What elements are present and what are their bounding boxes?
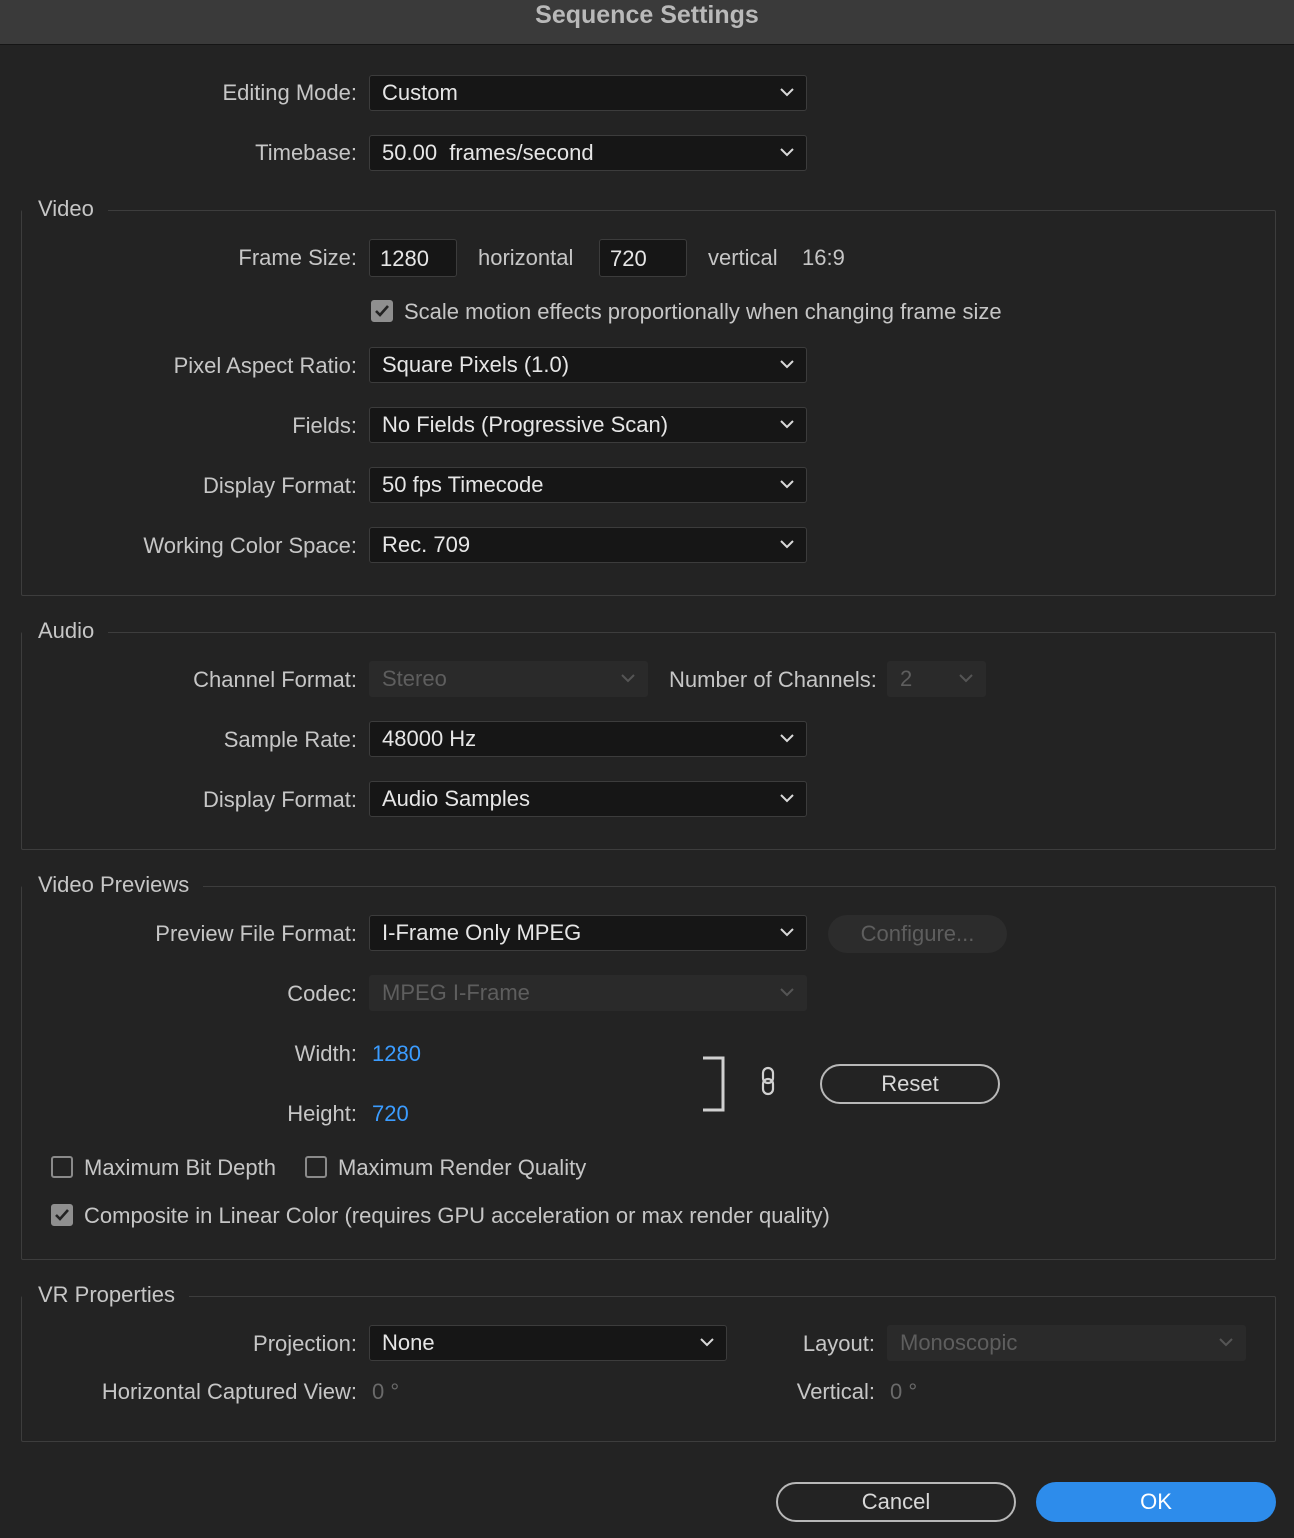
fields-label: Fields: <box>292 413 357 438</box>
codec-dropdown[interactable]: MPEG I-Frame <box>369 975 807 1011</box>
vertical-label: vertical <box>708 245 778 270</box>
video-display-format-label: Display Format: <box>202 473 357 498</box>
chevron-down-icon <box>780 85 794 99</box>
timebase-value: 50.00 frames/second <box>382 140 594 165</box>
timebase-label: Timebase: <box>255 140 357 165</box>
max-render-quality-checkbox[interactable] <box>305 1156 327 1178</box>
codec-label: Codec: <box>287 981 357 1006</box>
horizontal-view-value: 0 ° <box>372 1379 400 1404</box>
linear-color-checkbox[interactable] <box>51 1204 73 1226</box>
video-previews-section-title: Video Previews <box>22 872 204 898</box>
ok-button[interactable]: OK <box>1036 1482 1276 1522</box>
vr-properties-section-title: VR Properties <box>22 1282 189 1308</box>
codec-value: MPEG I-Frame <box>382 980 530 1005</box>
layout-dropdown[interactable]: Monoscopic <box>887 1325 1246 1361</box>
max-bit-depth-label: Maximum Bit Depth <box>84 1155 276 1180</box>
color-space-value: Rec. 709 <box>382 532 471 557</box>
preview-width-label: Width: <box>294 1041 357 1066</box>
video-display-format-dropdown[interactable]: 50 fps Timecode <box>369 467 807 503</box>
color-space-label: Working Color Space: <box>143 533 357 558</box>
vr-properties-section <box>21 1296 1276 1442</box>
audio-section-title: Audio <box>22 618 109 644</box>
num-channels-dropdown[interactable]: 2 <box>887 661 986 697</box>
reset-button[interactable]: Reset <box>820 1064 1000 1104</box>
preview-height-value[interactable]: 720 <box>372 1101 409 1127</box>
chevron-down-icon <box>621 671 635 685</box>
channel-format-label: Channel Format: <box>193 667 357 692</box>
max-render-quality-label: Maximum Render Quality <box>338 1155 587 1180</box>
chevron-down-icon <box>1219 1335 1233 1349</box>
color-space-dropdown[interactable]: Rec. 709 <box>369 527 807 563</box>
layout-label: Layout: <box>802 1331 875 1356</box>
horizontal-label: horizontal <box>478 245 574 270</box>
horizontal-view-label: Horizontal Captured View: <box>101 1379 357 1404</box>
fields-dropdown[interactable]: No Fields (Progressive Scan) <box>369 407 807 443</box>
aspect-ratio-readout: 16:9 <box>802 245 845 270</box>
chevron-down-icon <box>780 477 794 491</box>
chevron-down-icon <box>780 731 794 745</box>
preview-width-value[interactable]: 1280 <box>372 1041 421 1067</box>
projection-value: None <box>382 1330 435 1355</box>
fields-value: No Fields (Progressive Scan) <box>382 412 669 437</box>
pixel-aspect-label: Pixel Aspect Ratio: <box>173 353 357 378</box>
editing-mode-dropdown[interactable]: Custom <box>369 75 807 111</box>
chevron-down-icon <box>700 1335 714 1349</box>
configure-button[interactable]: Configure... <box>828 915 1007 953</box>
max-bit-depth-checkbox[interactable] <box>51 1156 73 1178</box>
frame-width-input[interactable]: 1280 <box>369 239 457 277</box>
preview-file-format-dropdown[interactable]: I-Frame Only MPEG <box>369 915 807 951</box>
frame-height-input[interactable]: 720 <box>599 239 687 277</box>
checkmark-icon <box>55 1209 69 1221</box>
chevron-down-icon <box>780 791 794 805</box>
preview-file-format-value: I-Frame Only MPEG <box>382 920 582 945</box>
sample-rate-label: Sample Rate: <box>223 727 357 752</box>
channel-format-value: Stereo <box>382 666 447 691</box>
chevron-down-icon <box>959 671 973 685</box>
frame-size-label: Frame Size: <box>238 245 357 270</box>
window-title: Sequence Settings <box>0 0 1294 45</box>
video-display-format-value: 50 fps Timecode <box>382 472 544 497</box>
editing-mode-value: Custom <box>382 80 458 105</box>
audio-display-format-dropdown[interactable]: Audio Samples <box>369 781 807 817</box>
preview-file-format-label: Preview File Format: <box>155 921 357 946</box>
chevron-down-icon <box>780 357 794 371</box>
num-channels-value: 2 <box>900 666 913 691</box>
editing-mode-label: Editing Mode: <box>222 80 357 105</box>
scale-motion-checkbox[interactable] <box>371 300 393 322</box>
cancel-button[interactable]: Cancel <box>776 1482 1016 1522</box>
audio-display-format-label: Display Format: <box>202 787 357 812</box>
pixel-aspect-dropdown[interactable]: Square Pixels (1.0) <box>369 347 807 383</box>
linear-color-label: Composite in Linear Color (requires GPU … <box>84 1203 830 1228</box>
vertical-view-label: Vertical: <box>796 1379 875 1404</box>
projection-dropdown[interactable]: None <box>369 1325 727 1361</box>
chevron-down-icon <box>780 925 794 939</box>
projection-label: Projection: <box>253 1331 357 1356</box>
sample-rate-value: 48000 Hz <box>382 726 477 751</box>
chevron-down-icon <box>780 985 794 999</box>
audio-display-format-value: Audio Samples <box>382 786 530 811</box>
channel-format-dropdown[interactable]: Stereo <box>369 661 648 697</box>
preview-height-label: Height: <box>287 1101 357 1126</box>
pixel-aspect-value: Square Pixels (1.0) <box>382 352 570 377</box>
checkmark-icon <box>375 305 389 317</box>
link-bracket-icon <box>702 1056 726 1117</box>
scale-motion-label: Scale motion effects proportionally when… <box>404 299 1002 324</box>
link-chain-icon[interactable] <box>758 1066 778 1101</box>
sample-rate-dropdown[interactable]: 48000 Hz <box>369 721 807 757</box>
num-channels-label: Number of Channels: <box>669 667 877 692</box>
chevron-down-icon <box>780 145 794 159</box>
layout-value: Monoscopic <box>900 1330 1018 1355</box>
chevron-down-icon <box>780 537 794 551</box>
chevron-down-icon <box>780 417 794 431</box>
vertical-view-value: 0 ° <box>890 1379 918 1404</box>
video-section-title: Video <box>22 196 108 222</box>
timebase-dropdown[interactable]: 50.00 frames/second <box>369 135 807 171</box>
